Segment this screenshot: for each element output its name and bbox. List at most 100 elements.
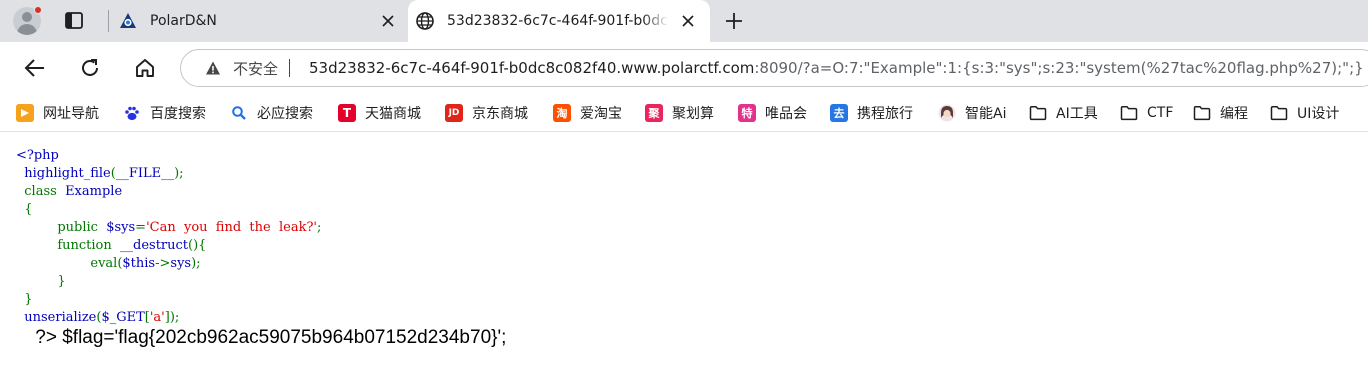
folder-icon <box>1029 106 1047 121</box>
code-token: __destruct <box>120 238 189 253</box>
orange-flag-icon <box>16 104 34 122</box>
warning-icon[interactable] <box>205 60 221 76</box>
page-content: <?php highlight_file(__FILE__); class Ex… <box>0 133 1368 388</box>
back-arrow-icon[interactable] <box>22 55 48 81</box>
tmall-icon: T <box>338 104 356 122</box>
jd-icon: JD <box>445 104 463 122</box>
close-tab-icon[interactable] <box>380 13 396 29</box>
notification-dot <box>34 6 42 14</box>
bookmark-folder-programming[interactable]: 编程 <box>1193 102 1248 124</box>
bookmark-label: 天猫商城 <box>365 106 421 122</box>
code-token: } <box>16 274 66 289</box>
url-host: 53d23832-6c7c-464f-901f-b0dc8c082f40.www… <box>309 59 755 77</box>
bookmark-tmall[interactable]: T 天猫商城 <box>338 102 421 124</box>
code-token: -> <box>155 256 171 271</box>
code-token: = <box>135 220 147 235</box>
bookmark-juhuasuan[interactable]: 聚 聚划算 <box>645 102 714 124</box>
bookmarks-bar: 网址导航 百度搜索 必应搜索 T 天猫商城 JD 京东商城 淘 爱淘宝 聚 聚划… <box>0 94 1368 132</box>
code-token: $this <box>122 256 156 271</box>
avatar-head <box>22 12 32 22</box>
url-text[interactable]: 53d23832-6c7c-464f-901f-b0dc8c082f40.www… <box>309 59 1364 77</box>
code-token: Example <box>65 184 123 199</box>
code-token: function <box>16 238 121 253</box>
code-line: } <box>16 291 321 309</box>
url-path: :8090/?a=O:7:"Example":1:{s:3:"sys";s:23… <box>754 59 1364 77</box>
bookmark-vip[interactable]: 特 唯品会 <box>738 102 807 124</box>
bookmark-baidu[interactable]: 百度搜索 <box>123 102 206 124</box>
bookmark-label: 百度搜索 <box>150 106 206 122</box>
code-token: $sys <box>106 220 136 235</box>
divider <box>289 59 291 77</box>
tab-separator <box>108 10 109 32</box>
code-token: unserialize <box>16 310 97 325</box>
tab-title: 53d23832-6c7c-464f-901f-b0dc8c <box>447 13 669 29</box>
php-source-code: <?php highlight_file(__FILE__); class Ex… <box>16 147 321 327</box>
bookmark-folder-ui-design[interactable]: UI设计 <box>1270 102 1339 124</box>
reload-icon[interactable] <box>77 55 103 81</box>
folder-icon <box>1120 106 1138 121</box>
code-line: eval($this->sys); <box>16 255 321 273</box>
vip-icon: 特 <box>738 104 756 122</box>
new-tab-icon[interactable] <box>722 9 746 33</box>
address-bar[interactable]: 不安全 53d23832-6c7c-464f-901f-b0dc8c082f40… <box>180 49 1368 87</box>
code-line: <?php <box>16 147 321 165</box>
bookmark-label: 聚划算 <box>672 106 714 122</box>
code-token: ]); <box>164 310 180 325</box>
bookmark-taobao[interactable]: 淘 爱淘宝 <box>553 102 622 124</box>
browser-toolbar: 不安全 53d23832-6c7c-464f-901f-b0dc8c082f40… <box>0 42 1368 94</box>
ai-avatar-icon <box>938 104 956 122</box>
code-token: class <box>16 184 66 199</box>
bookmark-label: 爱淘宝 <box>580 106 622 122</box>
bookmark-label: 编程 <box>1220 106 1248 122</box>
security-label[interactable]: 不安全 <box>233 58 278 79</box>
bookmark-folder-ctf[interactable]: CTF <box>1120 102 1173 124</box>
bookmark-folder-ai-tools[interactable]: AI工具 <box>1029 102 1098 124</box>
juhuasuan-icon: 聚 <box>645 104 663 122</box>
code-token: (){ <box>188 238 207 253</box>
bookmark-label: UI设计 <box>1297 106 1340 122</box>
code-token: __FILE__ <box>115 166 175 181</box>
code-token: { <box>16 202 33 217</box>
bookmark-label: CTF <box>1147 105 1174 121</box>
bookmark-label: 京东商城 <box>472 106 528 122</box>
polar-logo-icon <box>118 11 138 31</box>
code-token: <?php <box>16 148 59 163</box>
bookmark-label: 网址导航 <box>43 106 99 122</box>
bookmark-zhineng-ai[interactable]: 智能Ai <box>938 102 1006 124</box>
code-token: } <box>16 292 33 307</box>
bookmark-label: 智能Ai <box>965 106 1007 122</box>
code-token: $_GET <box>101 310 145 325</box>
close-tab-icon[interactable] <box>680 13 696 29</box>
bookmark-jd[interactable]: JD 京东商城 <box>445 102 528 124</box>
tab-strip: PolarD&N 53d23832-6c7c-464f-901f-b0dc8c <box>0 0 1368 42</box>
code-token: public <box>16 220 107 235</box>
php-output: ?> $flag='flag{202cb962ac59075b964b07152… <box>30 327 507 348</box>
tab-actions-icon[interactable] <box>61 10 87 32</box>
code-token: ; <box>317 220 322 235</box>
code-token: 'a' <box>149 310 165 325</box>
bookmark-label: 唯品会 <box>765 106 807 122</box>
code-line: } <box>16 273 321 291</box>
bookmark-bing[interactable]: 必应搜索 <box>230 102 313 124</box>
folder-icon <box>1270 106 1288 121</box>
avatar-body <box>17 24 37 35</box>
bookmark-label: 必应搜索 <box>257 106 313 122</box>
bookmark-label: 携程旅行 <box>857 106 913 122</box>
code-line: highlight_file(__FILE__); <box>16 165 321 183</box>
tab-active[interactable]: 53d23832-6c7c-464f-901f-b0dc8c <box>408 0 710 42</box>
bookmark-wangzhi[interactable]: 网址导航 <box>16 102 99 124</box>
globe-icon <box>415 11 435 31</box>
code-token: highlight_file <box>16 166 111 181</box>
code-token: ); <box>174 166 184 181</box>
code-token: ); <box>191 256 201 271</box>
ctrip-icon: 去 <box>830 104 848 122</box>
code-line: { <box>16 201 321 219</box>
bookmark-ctrip[interactable]: 去 携程旅行 <box>830 102 913 124</box>
bookmark-label: AI工具 <box>1056 106 1098 122</box>
search-icon <box>230 104 248 122</box>
code-line: class Example <box>16 183 321 201</box>
code-line: function __destruct(){ <box>16 237 321 255</box>
tab-polar[interactable]: PolarD&N <box>110 0 410 42</box>
code-token: eval <box>16 256 118 271</box>
home-icon[interactable] <box>132 55 158 81</box>
